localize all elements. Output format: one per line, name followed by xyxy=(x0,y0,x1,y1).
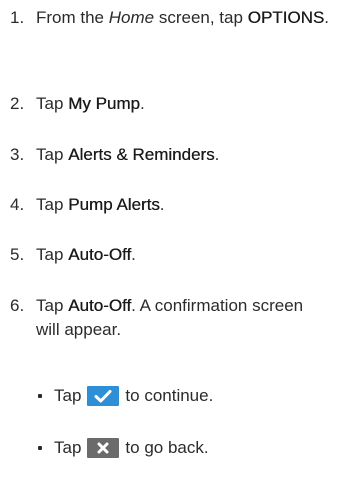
step-text-part: Tap xyxy=(36,94,69,113)
step-text-part: . xyxy=(159,195,165,214)
sub-item-go-back: Tap to go back. xyxy=(36,436,336,460)
step-text-part: . xyxy=(324,8,329,27)
step-text-bold: OPTIONS xyxy=(247,8,325,27)
step-text-part: Tap xyxy=(36,195,69,214)
step-text-bold: Alerts & Reminders xyxy=(68,145,215,164)
step-text-part: screen, tap xyxy=(154,8,248,27)
step-text-part: From the xyxy=(36,8,109,27)
sub-item-text: Tap xyxy=(54,386,82,405)
step-text-part: Tap xyxy=(36,145,69,164)
step-text: Tap My Pump. xyxy=(36,92,336,116)
sub-item-continue: Tap to continue. xyxy=(36,384,336,408)
step-text-part: Tap xyxy=(36,296,69,315)
step-text-bold: Auto-Off xyxy=(68,245,132,264)
step-text-bold: Auto-Off xyxy=(68,296,132,315)
step-text-part: Tap xyxy=(36,245,69,264)
step-number: 6. xyxy=(10,296,25,315)
sub-item-text: Tap xyxy=(54,438,82,457)
bullet-icon xyxy=(38,446,42,450)
step-number: 4. xyxy=(10,195,25,214)
step-text-bold: My Pump xyxy=(68,94,140,113)
x-icon xyxy=(87,438,120,458)
step-number: 2. xyxy=(10,94,25,113)
step-text-part: . xyxy=(214,145,220,164)
checkmark-icon xyxy=(87,386,120,406)
sub-item-text: to continue. xyxy=(125,386,214,405)
step-text: Tap Auto-Off. xyxy=(36,243,336,267)
step-text-bold: Pump Alerts xyxy=(68,195,160,214)
step-text: Tap Pump Alerts. xyxy=(36,193,336,217)
step-number: 1. xyxy=(10,8,25,27)
step-text: From the Home screen, tap OPTIONS. xyxy=(36,6,336,30)
step-text-part: . xyxy=(131,245,136,264)
step-text-part: . xyxy=(139,94,145,113)
step-text: Tap Auto-Off. A confirmation screen will… xyxy=(36,294,326,342)
step-number: 5. xyxy=(10,245,25,264)
bullet-icon xyxy=(38,394,42,398)
step-text-italic: Home xyxy=(108,8,155,27)
step-number: 3. xyxy=(10,145,25,164)
step-text: Tap Alerts & Reminders. xyxy=(36,143,336,167)
sub-item-text: to go back. xyxy=(125,438,209,457)
